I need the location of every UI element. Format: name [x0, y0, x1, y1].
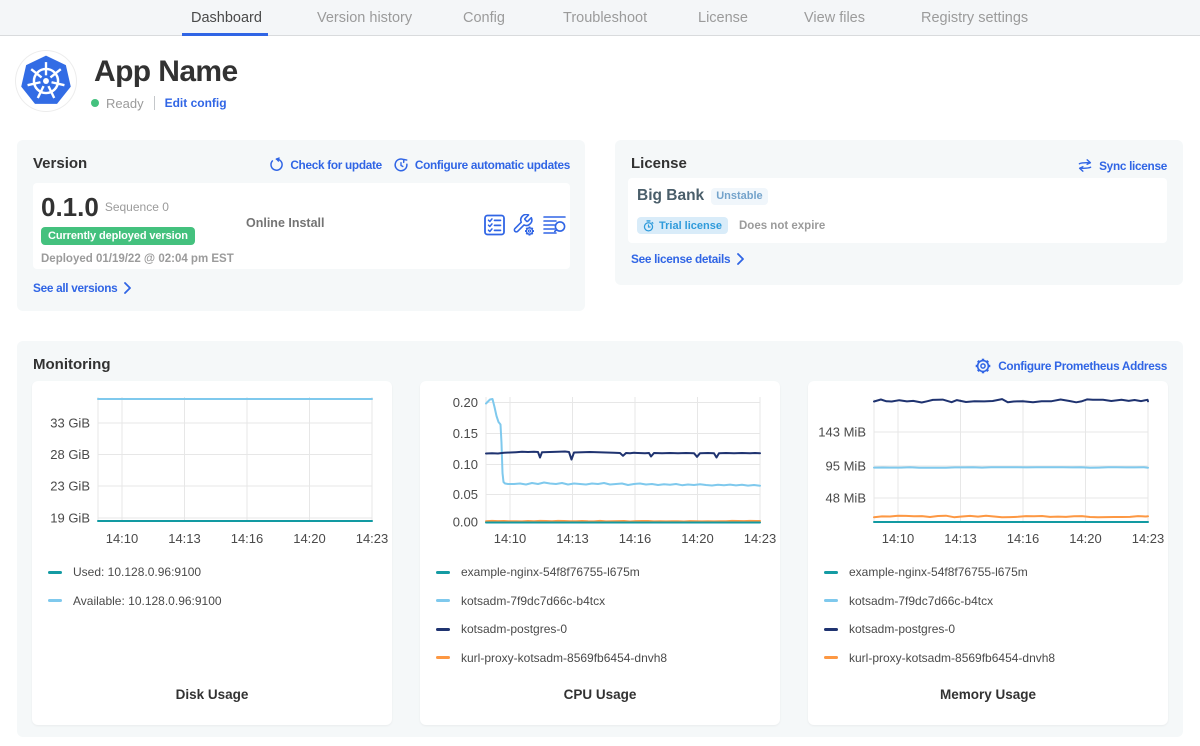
svg-text:0.05: 0.05 [453, 487, 478, 502]
svg-text:23 GiB: 23 GiB [50, 479, 90, 494]
svg-text:14:10: 14:10 [882, 531, 915, 546]
svg-text:14:16: 14:16 [619, 531, 652, 546]
svg-text:0.10: 0.10 [453, 457, 478, 472]
svg-text:28 GiB: 28 GiB [50, 447, 90, 462]
svg-text:14:16: 14:16 [1007, 531, 1040, 546]
svg-text:33 GiB: 33 GiB [50, 416, 90, 431]
svg-text:19 GiB: 19 GiB [50, 511, 90, 526]
svg-text:0.15: 0.15 [453, 426, 478, 441]
svg-text:14:13: 14:13 [556, 531, 589, 546]
svg-text:14:10: 14:10 [106, 531, 139, 546]
svg-text:143 MiB: 143 MiB [818, 425, 866, 440]
svg-text:14:20: 14:20 [681, 531, 714, 546]
svg-text:14:20: 14:20 [1069, 531, 1102, 546]
svg-text:14:10: 14:10 [494, 531, 527, 546]
svg-text:0.20: 0.20 [453, 395, 478, 410]
svg-text:14:23: 14:23 [744, 531, 777, 546]
svg-text:14:23: 14:23 [356, 531, 389, 546]
svg-text:14:20: 14:20 [293, 531, 326, 546]
svg-text:48 MiB: 48 MiB [826, 491, 866, 506]
svg-text:14:16: 14:16 [231, 531, 264, 546]
svg-text:14:13: 14:13 [944, 531, 977, 546]
svg-text:14:13: 14:13 [168, 531, 201, 546]
svg-text:0.00: 0.00 [453, 515, 478, 530]
svg-text:14:23: 14:23 [1132, 531, 1165, 546]
svg-text:95 MiB: 95 MiB [826, 459, 866, 474]
